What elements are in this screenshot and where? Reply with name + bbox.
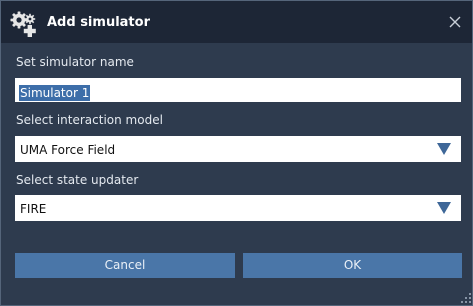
dialog-title: Add simulator [47,15,150,30]
chevron-down-icon[interactable] [437,202,451,214]
ok-button[interactable]: OK [243,253,462,278]
state-updater-label: Select state updater [16,173,139,187]
interaction-model-label: Select interaction model [16,113,163,127]
state-updater-value: FIRE [20,202,47,216]
resize-grip-icon[interactable] [461,293,471,303]
cancel-button[interactable]: Cancel [15,253,235,278]
chevron-down-icon[interactable] [437,143,451,155]
simulator-name-input[interactable]: Simulator 1 [15,78,461,102]
add-simulator-dialog: Add simulator Set simulator name Simulat… [0,0,473,306]
state-updater-select[interactable]: FIRE [15,195,461,221]
interaction-model-select[interactable]: UMA Force Field [15,136,461,162]
interaction-model-value: UMA Force Field [20,143,116,157]
simulator-name-label: Set simulator name [16,55,134,69]
title-bar[interactable]: Add simulator [1,1,472,43]
gears-plus-icon [10,11,36,37]
simulator-name-value: Simulator 1 [19,85,91,101]
close-icon[interactable] [449,16,461,28]
